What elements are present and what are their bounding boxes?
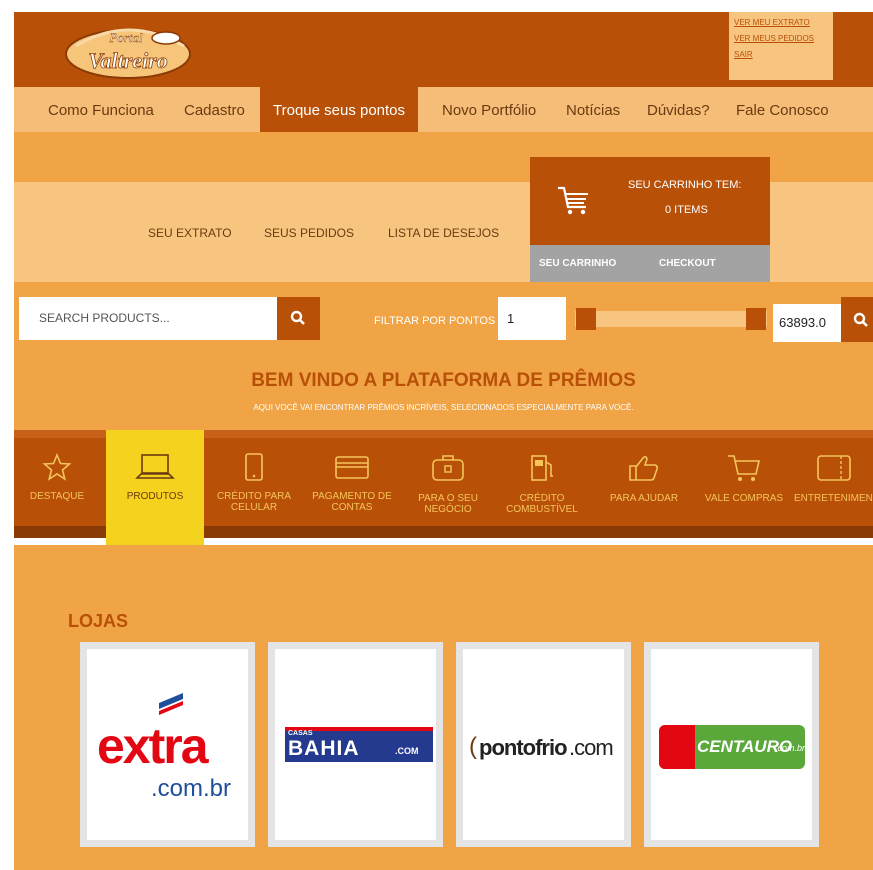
portal-logo[interactable]: Portal Valtreiro <box>56 16 206 84</box>
nav-troque-seus-pontos[interactable]: Troque seus pontos <box>260 87 419 132</box>
subnav-lista-de-desejos[interactable]: LISTA DE DESEJOS <box>388 226 499 240</box>
laptop-icon <box>135 454 175 479</box>
category-label-line2: COMBUSTÍVEL <box>506 504 578 515</box>
shopping-cart-icon <box>728 455 761 481</box>
centauro-logo-suffix: .com.br <box>775 743 806 753</box>
min-points-value: 1 <box>507 311 515 326</box>
view-statement-link[interactable]: VER MEU EXTRATO <box>734 18 833 28</box>
star-icon <box>42 452 72 481</box>
search-icon <box>290 310 305 325</box>
slider-max-handle[interactable] <box>746 308 766 330</box>
shopping-cart-icon <box>558 186 588 215</box>
briefcase-icon <box>432 455 464 481</box>
main-navigation: Como Funciona Cadastro Troque seus ponto… <box>14 87 873 132</box>
subnav-seus-pedidos[interactable]: SEUS PEDIDOS <box>264 226 354 240</box>
credit-card-icon <box>335 456 369 479</box>
category-label: DESTAQUE <box>29 491 85 502</box>
welcome-title: BEM VINDO A PLATAFORMA DE PRÊMIOS <box>251 370 636 391</box>
logout-link[interactable]: SAIR <box>734 50 833 60</box>
min-points-input[interactable]: 1 <box>498 297 566 340</box>
cart-summary: SEU CARRINHO TEM: 0 ITEMS <box>530 157 770 245</box>
view-orders-link[interactable]: VER MEUS PEDIDOS <box>734 34 833 44</box>
slider-min-handle[interactable] <box>576 308 596 330</box>
nav-fale-conosco[interactable]: Fale Conosco <box>736 87 829 132</box>
casas-bahia-logo-text: BAHIA <box>288 737 360 760</box>
casas-bahia-logo-top: CASAS <box>288 730 313 737</box>
pontofrio-logo-text: pontofrio <box>479 735 568 760</box>
max-points-input[interactable]: 63893.0 <box>773 304 841 342</box>
category-label-line2: CELULAR <box>230 502 278 513</box>
category-label: ENTRETENIMENT <box>794 493 873 504</box>
cart-item-count: 0 ITEMS <box>665 204 708 216</box>
category-label: PARA AJUDAR <box>609 493 679 504</box>
category-entretenimento[interactable]: ENTRETENIMENT <box>794 452 873 504</box>
ticket-icon <box>816 455 851 481</box>
store-logo-centauro: CENTAURO .com.br <box>651 649 812 840</box>
search-button[interactable] <box>277 297 320 340</box>
centauro-logo-mark <box>659 725 695 769</box>
subnav-seu-extrato[interactable]: SEU EXTRATO <box>148 226 232 240</box>
checkout-button[interactable]: CHECKOUT <box>659 245 716 282</box>
category-label-line2: NEGÓCIO <box>424 504 472 515</box>
store-card-extra[interactable]: extra .com.br <box>80 642 255 847</box>
category-produtos[interactable]: PRODUTOS <box>106 452 204 502</box>
category-label: CRÉDITO <box>519 493 565 504</box>
store-card-pontofrio[interactable]: ( pontofrio .com <box>456 642 631 847</box>
pontofrio-logo-suffix: .com <box>569 735 614 760</box>
nav-noticias[interactable]: Notícias <box>566 87 620 132</box>
category-pagamento-contas[interactable]: PAGAMENTO DE CONTAS <box>304 452 400 513</box>
store-card-centauro[interactable]: CENTAURO .com.br <box>644 642 819 847</box>
search-icon <box>853 312 868 327</box>
mobile-phone-icon <box>245 453 263 481</box>
points-range-slider[interactable] <box>575 311 767 327</box>
category-credito-celular[interactable]: CRÉDITO PARA CELULAR <box>206 452 302 513</box>
filter-points-label: FILTRAR POR PONTOS <box>374 315 496 327</box>
nav-duvidas[interactable]: Dúvidas? <box>647 87 710 132</box>
stores-title: LOJAS <box>68 611 129 631</box>
extra-logo-flag-icon <box>159 693 183 715</box>
extra-logo-suffix: .com.br <box>151 775 232 802</box>
fuel-pump-icon <box>531 455 553 481</box>
logo-text-top: Portal <box>108 30 143 45</box>
user-links-box: VER MEU EXTRATO VER MEUS PEDIDOS SAIR <box>727 12 833 80</box>
cart-title: SEU CARRINHO TEM: <box>628 179 742 191</box>
max-points-value: 63893.0 <box>779 315 826 330</box>
store-logo-extra: extra .com.br <box>87 649 248 840</box>
view-cart-button[interactable]: SEU CARRINHO <box>539 245 616 282</box>
nav-novo-portfolio[interactable]: Novo Portfólio <box>442 87 536 132</box>
store-logo-pontofrio: ( pontofrio .com <box>463 649 624 840</box>
category-credito-combustivel[interactable]: CRÉDITO COMBUSTÍVEL <box>494 452 590 515</box>
casas-bahia-logo-suffix: .COM <box>395 746 419 756</box>
welcome-subtitle: AQUI VOCÊ VAI ENCONTRAR PRÊMIOS INCRÍVEI… <box>253 403 634 412</box>
store-card-casas-bahia[interactable]: CASAS BAHIA .COM <box>268 642 443 847</box>
pontofrio-logo-mark: ( <box>469 733 477 760</box>
category-para-ajudar[interactable]: PARA AJUDAR <box>596 452 692 504</box>
cart-buttons: SEU CARRINHO CHECKOUT <box>530 245 770 282</box>
extra-logo-text: extra <box>97 718 209 774</box>
nav-cadastro[interactable]: Cadastro <box>184 87 245 132</box>
category-label: CRÉDITO PARA <box>216 491 292 502</box>
category-label: VALE COMPRAS <box>704 493 784 504</box>
category-label: PAGAMENTO DE <box>312 491 392 502</box>
filter-search-button[interactable] <box>841 297 873 342</box>
thumbs-up-icon <box>629 455 659 481</box>
category-label-line2: CONTAS <box>331 502 373 513</box>
logo-graphic: Portal Valtreiro <box>65 28 191 79</box>
store-logo-casas-bahia: CASAS BAHIA .COM <box>275 649 436 840</box>
category-destaque[interactable]: DESTAQUE <box>14 452 100 502</box>
search-input-box[interactable]: SEARCH PRODUCTS... <box>19 297 277 340</box>
nav-como-funciona[interactable]: Como Funciona <box>48 87 154 132</box>
category-para-seu-negocio[interactable]: PARA O SEU NEGÓCIO <box>400 452 496 515</box>
category-label: PRODUTOS <box>126 491 184 502</box>
category-vale-compras[interactable]: VALE COMPRAS <box>694 452 794 504</box>
logo-text-main: Valtreiro <box>88 48 167 73</box>
category-label: PARA O SEU <box>418 493 478 504</box>
search-input[interactable]: SEARCH PRODUCTS... <box>39 297 170 340</box>
